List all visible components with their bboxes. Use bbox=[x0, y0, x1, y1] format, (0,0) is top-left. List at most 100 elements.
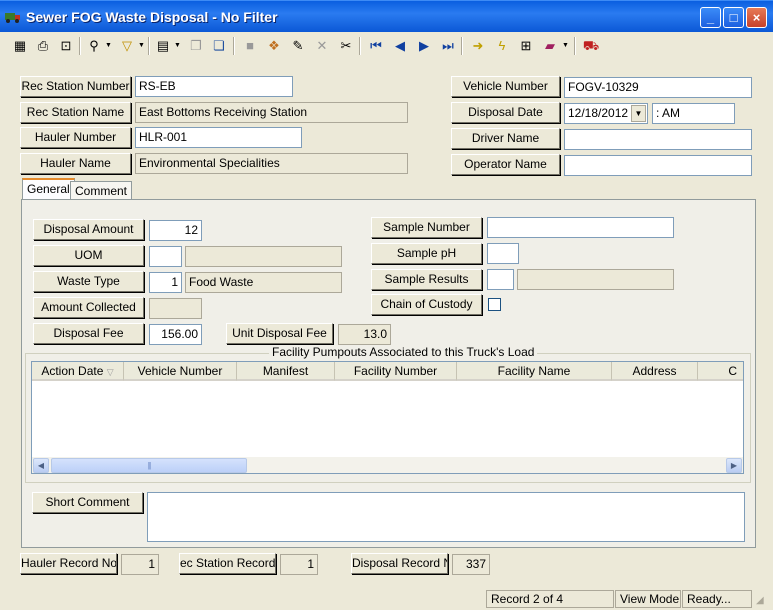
tab-general[interactable]: General bbox=[22, 178, 75, 200]
hauler-number-label[interactable]: Hauler Number bbox=[20, 127, 131, 148]
sample-number-field[interactable] bbox=[487, 217, 674, 238]
amount-collected-field bbox=[149, 298, 202, 319]
vehicle-number-label[interactable]: Vehicle Number bbox=[451, 76, 560, 97]
chain-of-custody-label[interactable]: Chain of Custody bbox=[371, 294, 482, 315]
document-dropdown-icon[interactable]: ▼ bbox=[173, 36, 182, 56]
sample-results-code-field[interactable] bbox=[487, 269, 514, 290]
print-preview-icon[interactable]: ⊡ bbox=[55, 36, 77, 56]
disposal-record-label[interactable]: Disposal Record No bbox=[351, 553, 448, 574]
sample-ph-field[interactable] bbox=[487, 243, 519, 264]
next-record-icon[interactable]: ▶ bbox=[413, 36, 435, 56]
map-icon[interactable]: ⊞ bbox=[515, 36, 537, 56]
status-mode: View Mode bbox=[615, 590, 681, 608]
rec-station-name-label[interactable]: Rec Station Name bbox=[20, 102, 131, 123]
date-dropdown-icon[interactable]: ▼ bbox=[631, 105, 646, 122]
hauler-record-field: 1 bbox=[121, 554, 159, 575]
sample-number-label[interactable]: Sample Number bbox=[371, 217, 482, 238]
amount-collected-label[interactable]: Amount Collected bbox=[33, 297, 144, 318]
scrollbar-thumb[interactable]: ||| bbox=[51, 458, 247, 473]
grid-view-icon[interactable]: ▦ bbox=[9, 36, 31, 56]
column-header-address[interactable]: Address bbox=[612, 362, 698, 381]
pumpouts-grid[interactable]: Action Date ▽ Vehicle Number Manifest Fa… bbox=[31, 361, 744, 474]
disposal-date-label[interactable]: Disposal Date bbox=[451, 102, 560, 123]
hauler-name-label[interactable]: Hauler Name bbox=[20, 153, 131, 174]
sample-results-description-field bbox=[517, 269, 674, 290]
app-truck-icon bbox=[5, 13, 20, 23]
rec-station-record-label[interactable]: ec Station Record N bbox=[179, 553, 276, 574]
disposal-time-field[interactable]: : AM bbox=[652, 103, 735, 124]
uom-label[interactable]: UOM bbox=[33, 245, 144, 266]
print-icon[interactable]: ⎙ bbox=[32, 36, 54, 56]
lightning-icon[interactable]: ϟ bbox=[491, 36, 513, 56]
toolbar: ▦ ⎙ ⊡ ⚲ ▼ ▽ ▼ ▤ ▼ ❐ ❏ ■ ❖ ✎ ✕ ✂ ⏮ ◀ ▶ ⏭ … bbox=[4, 33, 769, 59]
scroll-left-icon[interactable]: ◀ bbox=[33, 458, 49, 473]
book-icon[interactable]: ▰ bbox=[539, 36, 561, 56]
disposal-fee-field[interactable]: 156.00 bbox=[149, 324, 202, 345]
sample-results-label[interactable]: Sample Results bbox=[371, 269, 482, 290]
resize-grip-icon[interactable]: ◢ bbox=[756, 594, 770, 608]
chain-of-custody-checkbox[interactable] bbox=[488, 298, 501, 311]
last-record-icon[interactable]: ⏭ bbox=[437, 36, 459, 56]
operator-name-field[interactable] bbox=[564, 155, 752, 176]
maximize-button[interactable]: □ bbox=[723, 7, 744, 28]
book-dropdown-icon[interactable]: ▼ bbox=[561, 36, 570, 56]
scissors-icon[interactable]: ✂ bbox=[335, 36, 357, 56]
column-header-facility-name[interactable]: Facility Name bbox=[457, 362, 612, 381]
filter-dropdown-icon[interactable]: ▼ bbox=[137, 36, 146, 56]
toolbar-separator bbox=[574, 37, 576, 55]
short-comment-label[interactable]: Short Comment bbox=[32, 492, 143, 513]
notes-icon[interactable]: ❖ bbox=[263, 36, 285, 56]
rec-station-name-field: East Bottoms Receiving Station bbox=[135, 102, 408, 123]
disposal-date-value: 12/18/2012 bbox=[568, 106, 629, 120]
scroll-right-icon[interactable]: ▶ bbox=[726, 458, 742, 473]
tab-comment[interactable]: Comment bbox=[70, 181, 133, 201]
disposal-amount-field[interactable]: 12 bbox=[149, 220, 202, 241]
copy-icon[interactable]: ❐ bbox=[185, 36, 207, 56]
uom-description-field bbox=[185, 246, 342, 267]
cancel-icon[interactable]: ✕ bbox=[311, 36, 333, 56]
status-state: Ready... bbox=[682, 590, 752, 608]
goto-icon[interactable]: ➜ bbox=[467, 36, 489, 56]
unit-disposal-fee-label[interactable]: Unit Disposal Fee bbox=[226, 323, 333, 344]
unit-disposal-fee-field: 13.0 bbox=[338, 324, 391, 345]
delete-record-icon[interactable]: ■ bbox=[239, 36, 261, 56]
column-header-c[interactable]: C bbox=[698, 362, 743, 381]
binoculars-icon[interactable]: ⚲ bbox=[83, 36, 105, 56]
column-header-action-date[interactable]: Action Date ▽ bbox=[32, 362, 124, 381]
exit-icon[interactable]: ⛟ bbox=[580, 36, 602, 56]
sample-ph-label[interactable]: Sample pH bbox=[371, 243, 482, 264]
minimize-button[interactable]: _ bbox=[700, 7, 721, 28]
horizontal-scrollbar[interactable]: ◀ ||| ▶ bbox=[32, 457, 743, 473]
previous-record-icon[interactable]: ◀ bbox=[389, 36, 411, 56]
column-header-vehicle-number[interactable]: Vehicle Number bbox=[124, 362, 237, 381]
column-header-manifest[interactable]: Manifest bbox=[237, 362, 335, 381]
pumpouts-group-title: Facility Pumpouts Associated to this Tru… bbox=[269, 345, 538, 359]
status-record: Record 2 of 4 bbox=[486, 590, 614, 608]
waste-type-label[interactable]: Waste Type bbox=[33, 271, 144, 292]
pencil-icon[interactable]: ✎ bbox=[287, 36, 309, 56]
vehicle-number-field[interactable]: FOGV-10329 bbox=[564, 77, 752, 98]
hauler-number-field[interactable]: HLR-001 bbox=[135, 127, 302, 148]
waste-type-description-field: Food Waste bbox=[185, 272, 342, 293]
driver-name-label[interactable]: Driver Name bbox=[451, 128, 560, 149]
uom-field[interactable] bbox=[149, 246, 182, 267]
paste-icon[interactable]: ❏ bbox=[208, 36, 230, 56]
disposal-record-field: 337 bbox=[452, 554, 490, 575]
toolbar-separator bbox=[359, 37, 361, 55]
document-icon[interactable]: ▤ bbox=[152, 36, 174, 56]
find-dropdown-icon[interactable]: ▼ bbox=[104, 36, 113, 56]
column-header-facility-number[interactable]: Facility Number bbox=[335, 362, 457, 381]
rec-station-number-field[interactable]: RS-EB bbox=[135, 76, 293, 97]
filter-icon[interactable]: ▽ bbox=[116, 36, 138, 56]
hauler-name-field: Environmental Specialities bbox=[135, 153, 408, 174]
close-button[interactable]: × bbox=[746, 7, 767, 28]
disposal-fee-label[interactable]: Disposal Fee bbox=[33, 323, 144, 344]
short-comment-field[interactable] bbox=[147, 492, 745, 542]
first-record-icon[interactable]: ⏮ bbox=[365, 36, 387, 56]
operator-name-label[interactable]: Operator Name bbox=[451, 154, 560, 175]
rec-station-number-label[interactable]: Rec Station Number bbox=[20, 76, 131, 97]
driver-name-field[interactable] bbox=[564, 129, 752, 150]
hauler-record-label[interactable]: Hauler Record No bbox=[20, 553, 117, 574]
waste-type-code-field[interactable]: 1 bbox=[149, 272, 182, 293]
disposal-amount-label[interactable]: Disposal Amount bbox=[33, 219, 144, 240]
